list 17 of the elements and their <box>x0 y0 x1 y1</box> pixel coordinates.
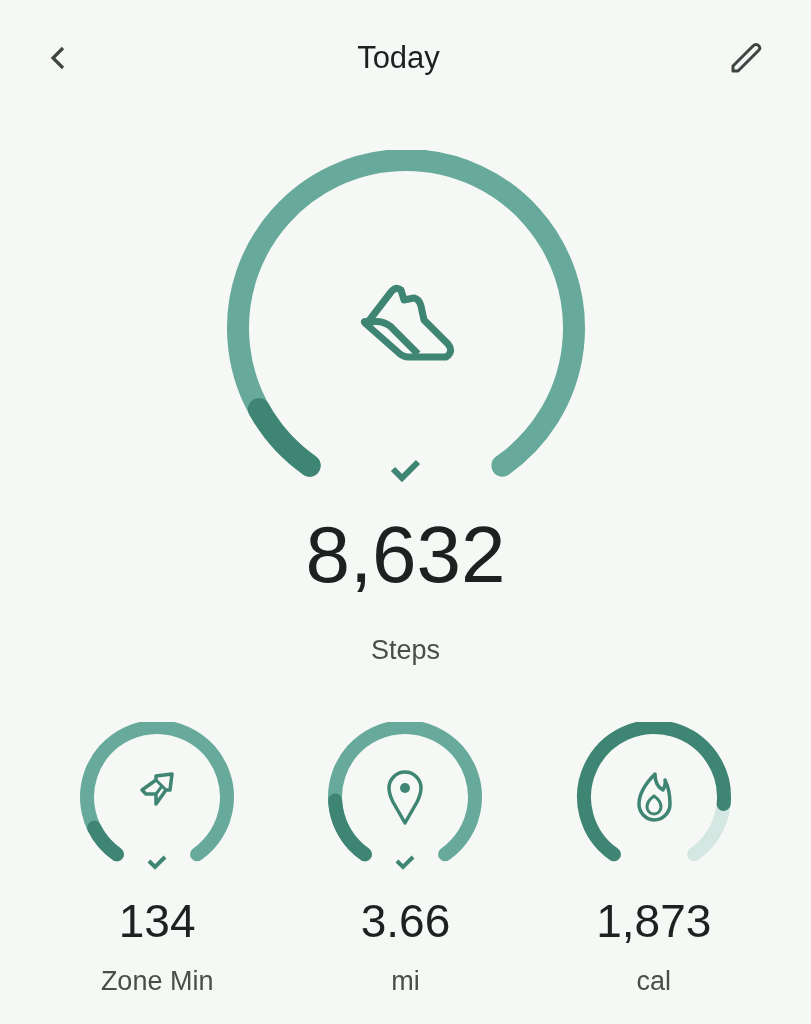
stat-label: mi <box>391 966 420 997</box>
chevrons-icon <box>140 772 174 806</box>
stat-value: 1,873 <box>596 898 712 944</box>
stat-label: Zone Min <box>100 966 214 997</box>
stat-value: 134 <box>118 898 196 944</box>
location-pin-icon <box>387 770 424 825</box>
page-title: Today <box>357 40 440 76</box>
shoe-icon <box>360 284 454 361</box>
checkmark-icon <box>396 855 415 870</box>
flame-icon <box>637 772 672 822</box>
stat-value: 3.66 <box>360 898 451 944</box>
checkmark-icon <box>147 855 167 870</box>
steps-label: Steps <box>370 635 440 666</box>
checkmark-icon <box>390 459 420 483</box>
pencil-icon <box>729 41 763 75</box>
steps-value: 8,632 <box>305 515 506 595</box>
stat-label: cal <box>636 966 672 997</box>
